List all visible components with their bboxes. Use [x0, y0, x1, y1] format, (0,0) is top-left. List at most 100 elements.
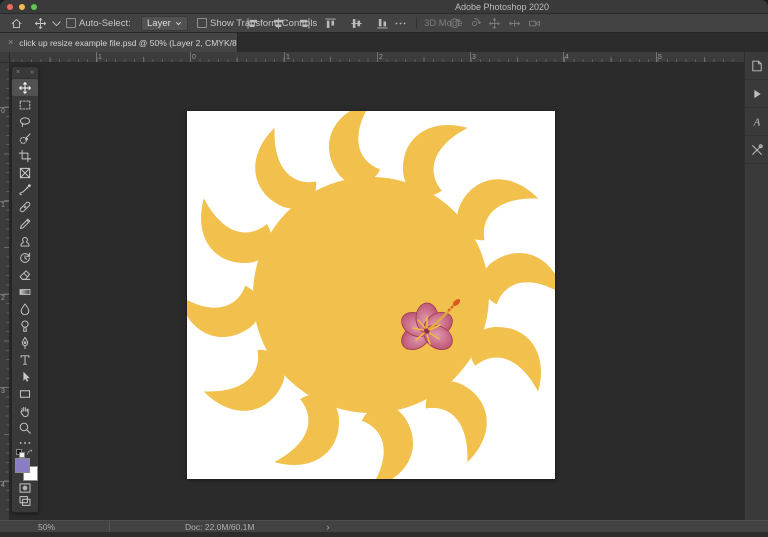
lasso-tool[interactable]	[12, 113, 38, 130]
ruler-label: 2	[379, 54, 383, 61]
home-icon[interactable]	[10, 14, 23, 32]
dolly3d-icon[interactable]	[528, 14, 541, 32]
align-center-h-icon[interactable]	[272, 14, 285, 32]
dropdown-value: Layer	[147, 18, 171, 29]
orbit3d-icon[interactable]	[448, 14, 461, 32]
vertical-ruler[interactable]: 01234	[0, 63, 10, 520]
type-tool[interactable]	[12, 351, 38, 368]
divider	[416, 17, 417, 29]
move-tool-preset-icon[interactable]	[34, 14, 47, 32]
tools-panel-close-icon[interactable]: ×	[16, 69, 20, 76]
window-close-button[interactable]	[7, 4, 13, 10]
sun-circle	[253, 177, 489, 413]
tools-panel: × »	[11, 66, 39, 513]
window-bottom-edge	[0, 532, 768, 537]
ruler-label: 5	[658, 54, 662, 61]
dodge-tool[interactable]	[12, 317, 38, 334]
path-selection-tool[interactable]	[12, 368, 38, 385]
ruler-label: 0	[1, 108, 5, 115]
horizontal-ruler[interactable]: 1 0 1 2 3 4 5	[10, 52, 744, 63]
checkbox-box	[197, 18, 207, 28]
eraser-tool[interactable]	[12, 266, 38, 283]
align-more-icon[interactable]	[394, 14, 407, 32]
color-swatches	[12, 449, 38, 481]
ruler-tick	[563, 52, 564, 62]
ruler-label: 4	[1, 482, 5, 489]
status-bar: 50% Doc: 22.0M/60.1M ›	[0, 520, 768, 532]
marquee-tool[interactable]	[12, 96, 38, 113]
pan3d-icon[interactable]	[488, 14, 501, 32]
chevron-down-icon	[175, 20, 182, 27]
window-minimize-button[interactable]	[19, 4, 25, 10]
align-top-icon[interactable]	[324, 14, 337, 32]
status-options-chevron-icon[interactable]: ›	[326, 522, 329, 532]
tab-row: × click up resize example file.psd @ 50%…	[0, 33, 768, 52]
hand-tool[interactable]	[12, 402, 38, 419]
ruler-label: 1	[1, 202, 5, 209]
roll3d-icon[interactable]	[468, 14, 481, 32]
crop-tool[interactable]	[12, 147, 38, 164]
align-middle-icon[interactable]	[350, 14, 363, 32]
align-right-icon[interactable]	[298, 14, 311, 32]
ruler-corner[interactable]	[0, 52, 10, 63]
panel-dock: A	[744, 52, 768, 520]
default-colors-icon[interactable]	[16, 449, 24, 457]
titlebar: Adobe Photoshop 2020	[0, 0, 768, 14]
brush-tool[interactable]	[12, 215, 38, 232]
swap-colors-icon[interactable]	[26, 449, 34, 457]
quick-mask-icon[interactable]	[12, 481, 38, 494]
ruler-tick	[656, 52, 657, 62]
clone-stamp-tool[interactable]	[12, 232, 38, 249]
chevron-down-icon[interactable]	[50, 14, 63, 32]
healing-brush-tool[interactable]	[12, 198, 38, 215]
document-tab-title: click up resize example file.psd @ 50% (…	[19, 38, 238, 48]
ruler-tick	[470, 52, 471, 62]
panel-character[interactable]: A	[745, 108, 768, 136]
frame-tool[interactable]	[12, 164, 38, 181]
canvas[interactable]	[187, 111, 555, 479]
ruler-label: 3	[1, 388, 5, 395]
window-title: Adobe Photoshop 2020	[455, 2, 549, 12]
tools-panel-collapse-icon[interactable]: »	[30, 69, 34, 76]
options-bar: Auto-Select: Layer Show Transform Contro…	[0, 14, 768, 33]
tools-panel-header: × »	[12, 67, 38, 79]
panel-actions[interactable]	[745, 80, 768, 108]
work-area: 1 0 1 2 3 4 5 0 1 2 3 4	[0, 52, 768, 520]
align-bottom-icon[interactable]	[376, 14, 389, 32]
foreground-color-swatch[interactable]	[15, 458, 30, 473]
document-tab[interactable]: × click up resize example file.psd @ 50%…	[0, 33, 238, 52]
history-brush-tool[interactable]	[12, 249, 38, 266]
move-tool[interactable]	[12, 79, 38, 96]
ruler-tick	[190, 52, 191, 62]
sun-artwork	[187, 111, 555, 479]
ruler-tick	[377, 52, 378, 62]
ruler-label: 1	[286, 54, 290, 61]
photoshop-window: Adobe Photoshop 2020 Auto-Select: Layer …	[0, 0, 768, 537]
object-selection-tool[interactable]	[12, 130, 38, 147]
shape-tool[interactable]	[12, 385, 38, 402]
panel-tool-presets[interactable]	[745, 136, 768, 164]
edit-toolbar-icon[interactable]	[12, 436, 38, 449]
panel-libraries[interactable]	[745, 52, 768, 80]
window-zoom-button[interactable]	[31, 4, 37, 10]
blur-tool[interactable]	[12, 300, 38, 317]
ruler-label: 4	[565, 54, 569, 61]
auto-select-target-dropdown[interactable]: Layer	[141, 14, 188, 32]
ruler-label: 3	[472, 54, 476, 61]
gradient-tool[interactable]	[12, 283, 38, 300]
auto-select-checkbox[interactable]: Auto-Select:	[66, 14, 131, 32]
zoom-tool[interactable]	[12, 419, 38, 436]
pen-tool[interactable]	[12, 334, 38, 351]
ruler-tick	[96, 52, 97, 62]
ruler-label: 1	[98, 54, 102, 61]
checkbox-box	[66, 18, 76, 28]
screen-mode-icon[interactable]	[12, 494, 38, 507]
slide3d-icon[interactable]	[508, 14, 521, 32]
align-left-icon[interactable]	[246, 14, 259, 32]
ruler-label: 0	[192, 54, 196, 61]
eyedropper-tool[interactable]	[12, 181, 38, 198]
tab-close-icon[interactable]: ×	[8, 38, 13, 47]
svg-text:A: A	[752, 116, 760, 128]
zoom-level-field[interactable]: 50%	[0, 521, 110, 532]
ruler-tick	[284, 52, 285, 62]
